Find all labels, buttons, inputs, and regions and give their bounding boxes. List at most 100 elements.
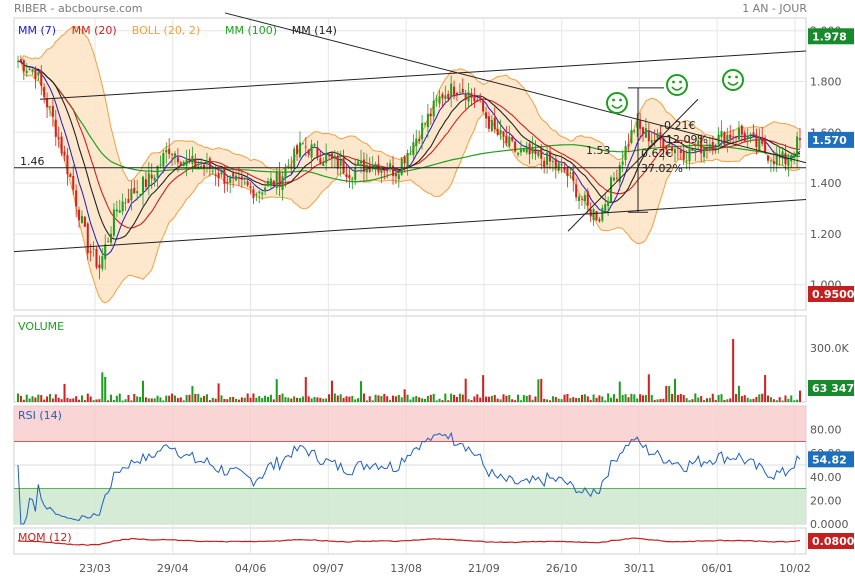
candle-body [304,146,307,148]
volume-bar [156,395,159,402]
candle-body [511,137,514,141]
candle-body [644,128,647,138]
candle-body [426,113,429,128]
volume-bar [639,394,642,402]
volume-bar [726,399,729,402]
volume-bar [554,396,557,402]
candle-body [357,161,360,166]
volume-bar [548,400,552,402]
volume-bar [118,393,121,402]
candle-body [336,155,339,169]
volume-bar [200,397,203,402]
candle-body [348,175,351,178]
rsi-zones [14,406,806,524]
candle-body [54,119,57,137]
candle-body [787,158,790,167]
volume-bar [671,393,674,402]
candle-body [217,173,220,179]
volume-bar [767,395,770,402]
candle-body [150,174,153,179]
volume-bar [453,394,456,402]
volume-bar [499,399,502,402]
volume-bar [57,397,60,402]
candle-body [490,120,493,132]
candle-body [534,148,537,154]
volume-bar [642,395,645,402]
candle-body [168,148,171,154]
legend-item: BOLL (20, 2) [132,24,200,37]
candle-body [194,159,197,168]
volume-bar [514,400,517,402]
candle-body [548,151,552,162]
candle-body [214,174,217,176]
volume-bar [322,398,325,402]
candle-body [769,160,772,162]
volume-y-tick: 300.0K [810,342,849,355]
rsi-oversold-zone [14,488,806,524]
candle-body [98,264,101,269]
candle-body [566,168,569,177]
volume-bar [374,394,377,402]
volume-bar [83,400,86,402]
volume-bar [191,386,194,402]
candle-body [162,153,165,167]
volume-bar [185,394,188,402]
volume-bar [127,394,130,402]
volume-bar [525,395,528,402]
volume-bar [572,397,575,402]
candle-body [328,155,331,157]
candle-body [28,68,31,71]
candle-body [46,98,49,108]
volume-bar [534,396,537,402]
candle-body [173,153,176,159]
high-badge: 1.978 [812,30,847,43]
fib-gain-pct: 37.02% [641,162,683,175]
volume-bar [691,399,694,402]
candle-body [272,180,275,186]
volume-bar [22,399,25,402]
candle-body [92,248,95,250]
volume-bar [647,374,650,402]
volume-bar [676,394,679,402]
volume-bar [412,397,415,402]
candle-body [51,106,54,117]
volume-bar [580,394,583,402]
rsi-overbought-zone [14,406,806,442]
candle-body [703,146,706,158]
candle-body [252,189,255,199]
volume-bar [336,395,339,402]
volume-bar [624,394,627,402]
candle-body [339,159,342,166]
candle-body [528,143,531,155]
volume-bar [679,393,682,402]
candle-body [676,147,679,149]
x-axis-label: 09/07 [312,562,344,575]
volume-bar [435,400,438,402]
volume-bar [493,395,496,402]
candle-body [232,173,235,177]
volume-bar [752,398,755,402]
smiley-eye [619,98,622,102]
candle-body [301,143,304,145]
candle-body [298,142,301,158]
volume-bar [732,339,735,402]
candle-body [264,187,267,192]
smiley-eye [728,75,731,79]
candle-body [89,251,92,253]
volume-bar [16,393,20,402]
candle-body [296,145,299,154]
candle-body [374,163,377,170]
volume-bar [139,396,142,402]
volume-bar [476,394,479,402]
volume-bar [566,393,569,402]
legend-item: MM (100) [225,24,277,37]
level-label: 1.46 [20,155,45,168]
candle-body [418,138,421,141]
smiley-eye [672,80,675,84]
candle-body [333,155,336,159]
volume-bar [301,396,304,402]
volume-bar [749,399,752,402]
volume-bar [703,399,706,402]
volume-bar [104,376,107,402]
fib-gain-eur: 0.62€ [641,147,673,160]
